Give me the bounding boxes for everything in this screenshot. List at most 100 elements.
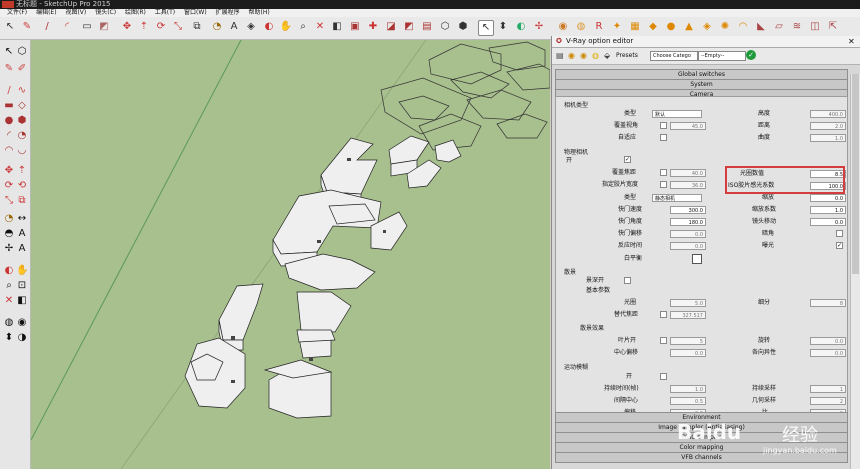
save-icon[interactable]: ◉ bbox=[580, 51, 587, 60]
zoom-factor-field[interactable]: 1.0 bbox=[810, 206, 846, 214]
preset-value-select[interactable]: --Empty-- bbox=[698, 51, 746, 61]
shape-icon[interactable]: ◩ bbox=[97, 20, 111, 34]
vray-light-icon[interactable]: ◆ bbox=[646, 20, 660, 34]
section-tool-icon[interactable]: ◑ bbox=[16, 332, 28, 344]
paint-icon[interactable]: ✎ bbox=[3, 63, 15, 75]
pie-icon[interactable]: ◔ bbox=[16, 130, 28, 142]
walk-icon[interactable]: ⬍ bbox=[496, 20, 510, 34]
menu-extensions[interactable]: 扩展程序 bbox=[216, 9, 240, 16]
scrollbar-thumb[interactable] bbox=[852, 74, 859, 274]
vray-omni-icon[interactable]: ✺ bbox=[718, 20, 732, 34]
paint-bucket-icon[interactable]: ◈ bbox=[244, 20, 258, 34]
arc-tool-icon[interactable]: ◜ bbox=[3, 130, 15, 142]
pencil-icon[interactable]: / bbox=[40, 20, 54, 34]
select-arrow-icon[interactable]: ↖ bbox=[478, 20, 494, 36]
vray-proxy-icon[interactable]: ◣ bbox=[754, 20, 768, 34]
aperture-field[interactable]: 5.0 bbox=[670, 299, 706, 307]
select-icon[interactable]: ↖ bbox=[3, 46, 15, 58]
menu-help[interactable]: 帮助(H) bbox=[249, 9, 270, 16]
panel-scrollbar[interactable] bbox=[850, 74, 860, 469]
orbit-icon[interactable]: ◐ bbox=[262, 20, 276, 34]
film-width-field[interactable]: 36.0 bbox=[670, 181, 706, 189]
three-point-arc-icon[interactable]: ◠ bbox=[3, 145, 15, 157]
zoom-field[interactable]: 0.0 bbox=[810, 194, 846, 202]
eraser-icon[interactable]: ✎ bbox=[20, 20, 34, 34]
preset-icon[interactable]: ⬙ bbox=[604, 51, 610, 60]
top-view-icon[interactable]: ⬢ bbox=[456, 20, 470, 34]
menu-draw[interactable]: 绘图(R) bbox=[125, 9, 146, 16]
menu-tools[interactable]: 工具(T) bbox=[155, 9, 175, 16]
focal-dist-checkbox[interactable] bbox=[660, 311, 667, 318]
interval-center-field[interactable]: 0.5 bbox=[670, 397, 706, 405]
menu-view[interactable]: 视图(V) bbox=[65, 9, 86, 16]
select-tool-icon[interactable]: ↖ bbox=[3, 20, 17, 34]
reset-icon[interactable]: ◍ bbox=[592, 51, 599, 60]
components-icon[interactable]: ✚ bbox=[366, 20, 380, 34]
shutter-speed-field[interactable]: 300.0 bbox=[670, 206, 706, 214]
rotation-field[interactable]: 0.0 bbox=[810, 337, 846, 345]
dof-on-checkbox[interactable] bbox=[624, 277, 631, 284]
make-component-icon[interactable]: ⬡ bbox=[16, 46, 28, 58]
fov-field[interactable]: 45.0 bbox=[670, 122, 706, 130]
axes-tool-icon[interactable]: ✢ bbox=[3, 243, 15, 255]
auto-fit-checkbox[interactable] bbox=[660, 134, 667, 141]
open-icon[interactable]: ▤ bbox=[556, 51, 564, 60]
vray-options-icon[interactable]: ◉ bbox=[556, 20, 570, 34]
vray-fur-icon[interactable]: ≋ bbox=[790, 20, 804, 34]
section-plane-icon[interactable]: ◐ bbox=[514, 20, 528, 34]
load-icon[interactable]: ◉ bbox=[568, 51, 575, 60]
offset-tool-icon[interactable]: ⧉ bbox=[16, 195, 28, 207]
scale-tool-icon[interactable]: ⤡ bbox=[3, 195, 15, 207]
close-icon[interactable]: ✕ bbox=[848, 36, 855, 47]
geo-samples-field[interactable]: 2 bbox=[810, 397, 846, 405]
extension-icon[interactable]: ◪ bbox=[384, 20, 398, 34]
preset-category-select[interactable]: Choose Catego bbox=[650, 51, 698, 61]
zoom-tool-icon[interactable]: ⌕ bbox=[3, 280, 15, 292]
menu-edit[interactable]: 编辑(E) bbox=[36, 9, 56, 16]
previous-view-icon[interactable]: ◧ bbox=[330, 20, 344, 34]
vignette-checkbox[interactable] bbox=[836, 230, 843, 237]
position-camera-icon[interactable]: ◍ bbox=[3, 317, 15, 329]
move-icon[interactable]: ✥ bbox=[120, 20, 134, 34]
3d-text-icon[interactable]: A bbox=[16, 243, 28, 255]
eraser-tool-icon[interactable]: ✐ bbox=[16, 63, 28, 75]
rotated-rect-icon[interactable]: ◇ bbox=[16, 100, 28, 112]
protractor-icon[interactable]: ◓ bbox=[3, 228, 15, 240]
rotate-icon[interactable]: ⟳ bbox=[154, 20, 168, 34]
style-icon[interactable]: ▤ bbox=[420, 20, 434, 34]
menu-camera[interactable]: 镜头(C) bbox=[95, 9, 116, 16]
tape-icon[interactable]: ◔ bbox=[3, 213, 15, 225]
vray-dome-icon[interactable]: ◠ bbox=[736, 20, 750, 34]
shutter-angle-field[interactable]: 180.0 bbox=[670, 218, 706, 226]
height-field[interactable]: 400.0 bbox=[810, 110, 846, 118]
curve-field[interactable]: 1.0 bbox=[810, 134, 846, 142]
apply-preset-icon[interactable]: ✓ bbox=[746, 50, 756, 60]
physical-type-select[interactable]: 静态相机 bbox=[652, 194, 702, 202]
arc-2-icon[interactable]: ◡ bbox=[16, 145, 28, 157]
center-bias-field[interactable]: 0.0 bbox=[670, 349, 706, 357]
push-pull-icon[interactable]: ⇡ bbox=[137, 20, 151, 34]
zoom-extents-icon[interactable]: ✕ bbox=[313, 20, 327, 34]
walk-tool-icon[interactable]: ⬍ bbox=[3, 332, 15, 344]
text-icon[interactable]: A bbox=[227, 20, 241, 34]
prev-icon[interactable]: ◧ bbox=[16, 295, 28, 307]
exposure-checkbox[interactable]: ✓ bbox=[836, 242, 843, 249]
warehouse-icon[interactable]: ▣ bbox=[348, 20, 362, 34]
mb-on-checkbox[interactable] bbox=[660, 373, 667, 380]
vray-rt-icon[interactable]: ✦ bbox=[610, 20, 624, 34]
film-width-checkbox[interactable] bbox=[660, 181, 667, 188]
text-tool-icon[interactable]: A bbox=[16, 228, 28, 240]
menu-file[interactable]: 文件(F) bbox=[7, 9, 27, 16]
vray-mesh-icon[interactable]: ◫ bbox=[808, 20, 822, 34]
zoom-window-icon[interactable]: ⊡ bbox=[16, 280, 28, 292]
orbit-tool-icon[interactable]: ◐ bbox=[3, 265, 15, 277]
rectangle-icon[interactable]: ▭ bbox=[80, 20, 94, 34]
dimension-icon[interactable]: ↔ bbox=[16, 213, 28, 225]
pan-icon[interactable]: ✋ bbox=[279, 20, 293, 34]
mb-subdiv-field[interactable]: 1 bbox=[810, 385, 846, 393]
focal-field[interactable]: 40.0 bbox=[670, 169, 706, 177]
look-around-icon[interactable]: ◉ bbox=[16, 317, 28, 329]
zoom-ext-icon[interactable]: ✕ bbox=[3, 295, 15, 307]
rect-icon[interactable]: ▬ bbox=[3, 100, 15, 112]
freehand-icon[interactable]: ∿ bbox=[16, 85, 28, 97]
